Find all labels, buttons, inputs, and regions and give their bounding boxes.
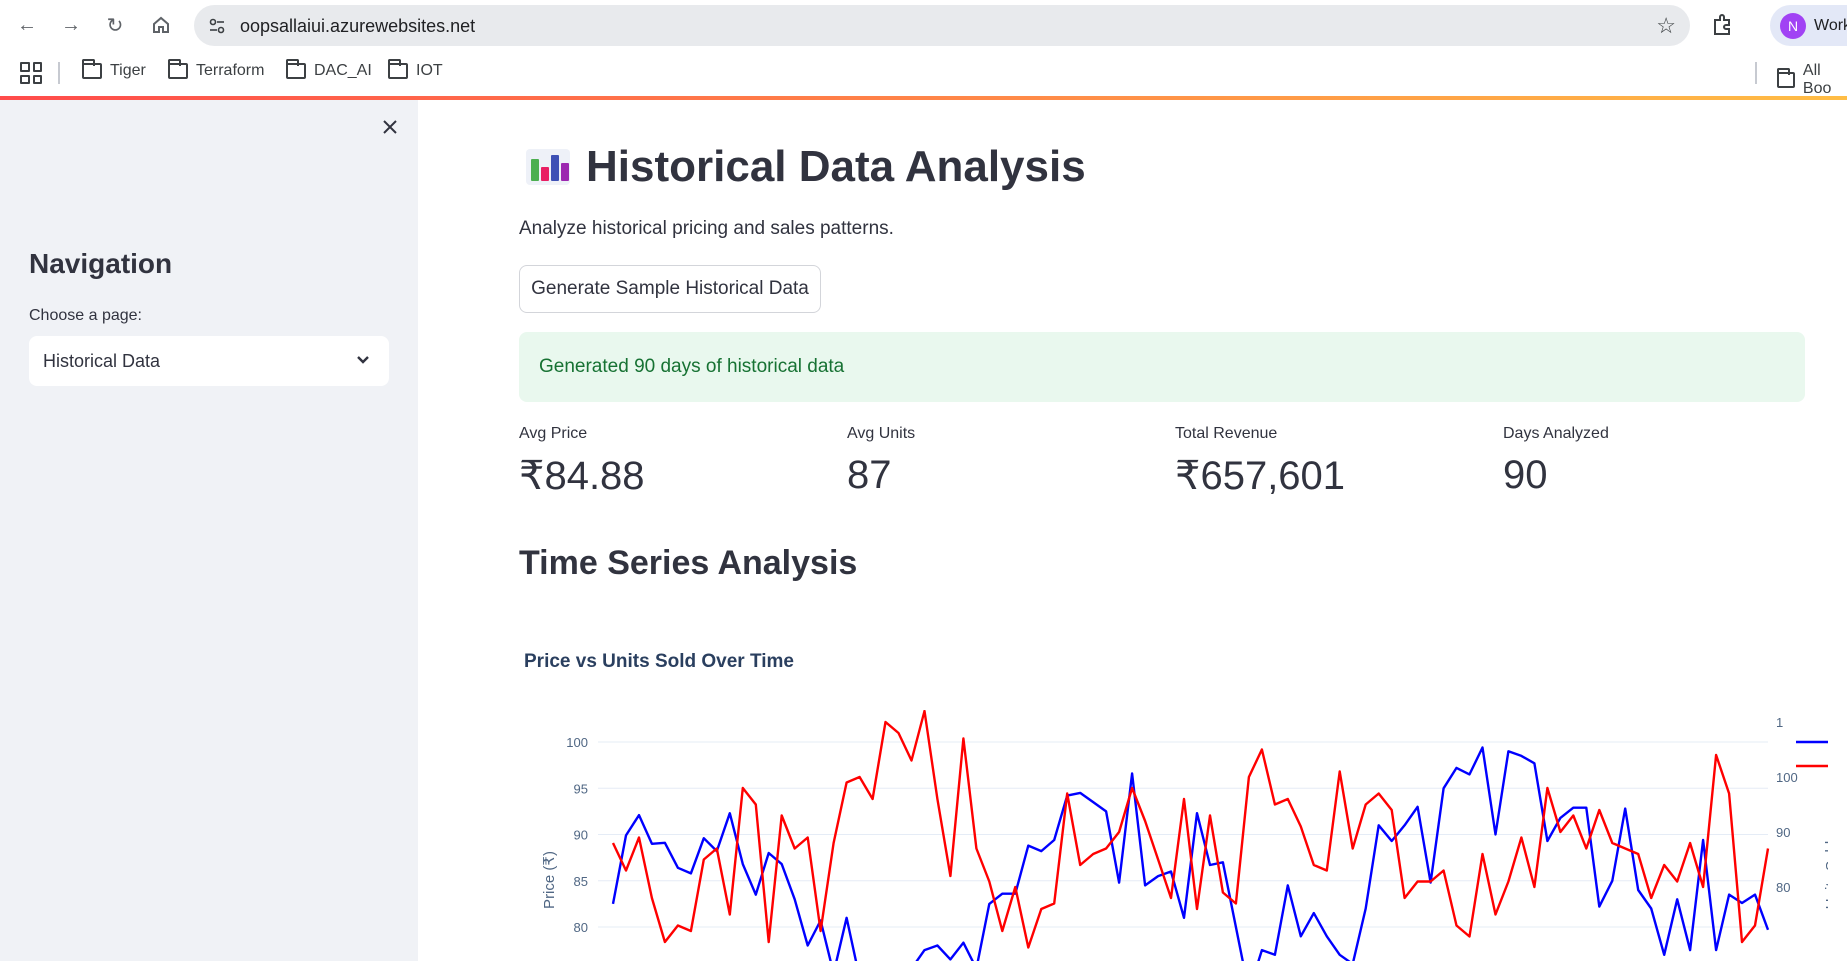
profile-label: Work bbox=[1814, 17, 1847, 34]
all-bookmarks[interactable]: All Boo bbox=[1777, 62, 1847, 98]
bookmark-tiger[interactable]: Tiger bbox=[82, 59, 146, 80]
extensions-icon[interactable] bbox=[1710, 12, 1736, 38]
divider bbox=[1755, 62, 1757, 84]
close-sidebar-icon[interactable] bbox=[378, 115, 402, 139]
site-settings-icon[interactable] bbox=[206, 15, 228, 37]
forward-icon[interactable]: → bbox=[56, 10, 86, 40]
metric-avg-units: Avg Units 87 bbox=[847, 425, 915, 498]
metric-value: 87 bbox=[847, 453, 892, 497]
y-axis-title: Price (₹) bbox=[541, 851, 558, 909]
y2-axis-title: Units Sold bbox=[1823, 841, 1828, 909]
page-select-label: Choose a page: bbox=[29, 307, 142, 324]
page-subtitle: Analyze historical pricing and sales pat… bbox=[519, 218, 894, 239]
page-select-value: Historical Data bbox=[43, 351, 161, 371]
section-title: Time Series Analysis bbox=[519, 544, 858, 582]
y2-tick-label: 80 bbox=[1776, 880, 1790, 895]
bookmark-label: Terraform bbox=[196, 62, 265, 79]
address-bar[interactable]: oopsallaiui.azurewebsites.net ☆ bbox=[194, 5, 1690, 46]
sidebar bbox=[0, 100, 418, 961]
y2-tick-label: 1 bbox=[1776, 715, 1783, 730]
page-select[interactable]: Historical Data bbox=[29, 336, 389, 386]
success-alert: Generated 90 days of historical data bbox=[519, 332, 1805, 402]
folder-icon bbox=[168, 59, 188, 79]
home-icon[interactable] bbox=[146, 10, 176, 40]
series-line-units-sold bbox=[611, 710, 1770, 949]
metric-value: ₹84.88 bbox=[519, 454, 645, 498]
bookmark-label: DAC_AI bbox=[314, 62, 372, 79]
price-units-chart[interactable]: 1009590858011009080Price (₹)Units SoldPr… bbox=[518, 710, 1828, 961]
chevron-down-icon bbox=[357, 356, 369, 364]
bookmark-label: Tiger bbox=[110, 62, 146, 79]
y-tick-label: 100 bbox=[566, 735, 588, 750]
y-tick-label: 95 bbox=[574, 781, 588, 796]
metric-avg-price: Avg Price ₹84.88 bbox=[519, 425, 645, 499]
metric-value: 90 bbox=[1503, 453, 1548, 497]
sidebar-title: Navigation bbox=[29, 248, 173, 279]
metric-label: Days Analyzed bbox=[1503, 425, 1609, 442]
browser-toolbar: ← → ↻ oopsallaiui.azurewebsites.net ☆ N … bbox=[0, 0, 1847, 50]
bookmark-terraform[interactable]: Terraform bbox=[168, 59, 265, 80]
y-tick-label: 85 bbox=[574, 874, 588, 889]
y2-tick-label: 90 bbox=[1776, 825, 1790, 840]
metric-label: Total Revenue bbox=[1175, 425, 1278, 442]
folder-icon bbox=[1777, 68, 1795, 88]
page-title: Historical Data Analysis bbox=[586, 142, 1086, 191]
back-icon[interactable]: ← bbox=[12, 10, 42, 40]
avatar: N bbox=[1780, 13, 1806, 39]
bookmark-label: IOT bbox=[416, 62, 443, 79]
url-text[interactable]: oopsallaiui.azurewebsites.net bbox=[240, 16, 475, 37]
generate-data-button[interactable]: Generate Sample Historical Data bbox=[519, 265, 821, 313]
metric-total-revenue: Total Revenue ₹657,601 bbox=[1175, 425, 1345, 499]
y-tick-label: 90 bbox=[574, 828, 588, 843]
main-content: Historical Data Analysis Analyze histori… bbox=[418, 100, 1847, 961]
bookmarks-bar: Tiger Terraform DAC_AI IOT All Boo bbox=[0, 50, 1847, 98]
metric-label: Avg Price bbox=[519, 425, 588, 442]
bookmark-iot[interactable]: IOT bbox=[388, 59, 443, 80]
success-message: Generated 90 days of historical data bbox=[539, 356, 845, 377]
bookmark-dac-ai[interactable]: DAC_AI bbox=[286, 59, 372, 80]
apps-grid-icon[interactable] bbox=[20, 62, 42, 84]
metric-value: ₹657,601 bbox=[1175, 454, 1346, 498]
metric-days-analyzed: Days Analyzed 90 bbox=[1503, 425, 1609, 498]
bookmark-star-icon[interactable]: ☆ bbox=[1656, 13, 1676, 39]
y-tick-label: 80 bbox=[574, 920, 588, 935]
chart-title: Price vs Units Sold Over Time bbox=[524, 651, 794, 672]
bar-chart-icon bbox=[526, 149, 570, 185]
divider bbox=[58, 62, 60, 84]
metric-label: Avg Units bbox=[847, 425, 916, 442]
reload-icon[interactable]: ↻ bbox=[100, 10, 130, 40]
bookmark-label: All Boo bbox=[1802, 62, 1832, 97]
folder-icon bbox=[286, 59, 306, 79]
folder-icon bbox=[82, 59, 102, 79]
profile-button[interactable]: N Work bbox=[1770, 5, 1847, 46]
y2-tick-label: 100 bbox=[1776, 770, 1798, 785]
folder-icon bbox=[388, 59, 408, 79]
